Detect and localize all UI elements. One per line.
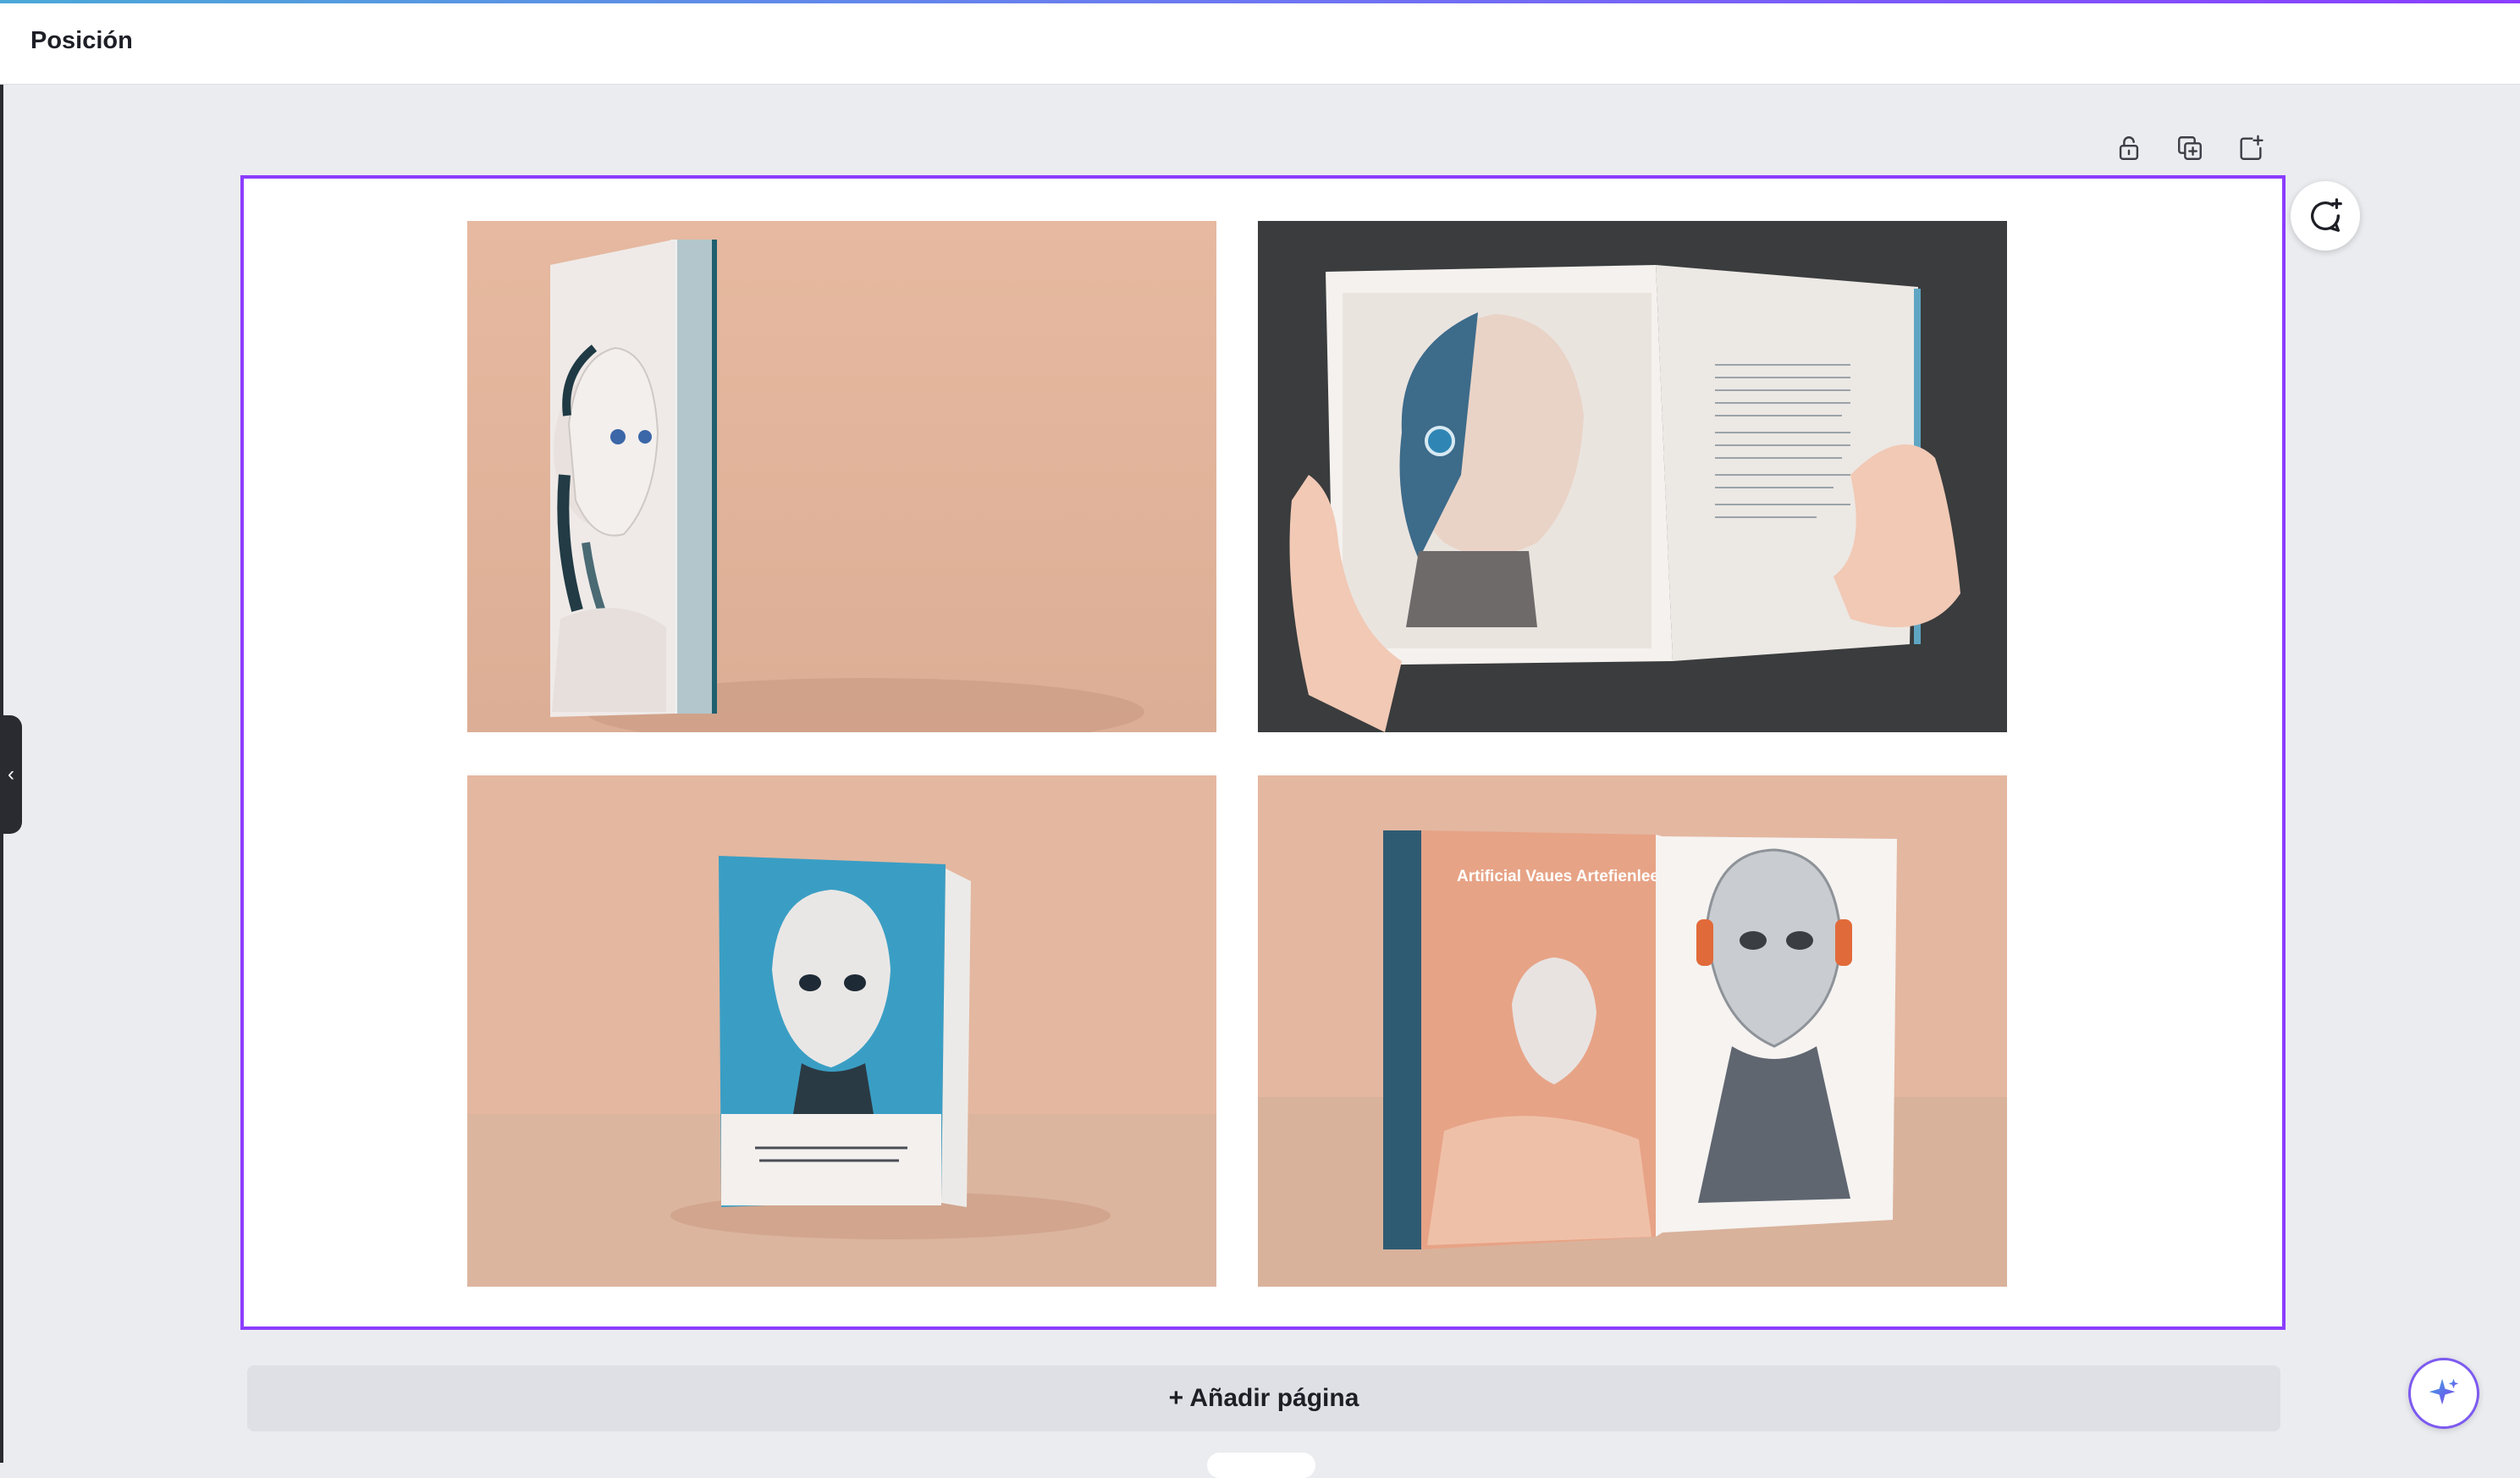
page-indicator-pill[interactable] bbox=[1207, 1453, 1315, 1478]
blue-cover-book-image bbox=[467, 775, 1216, 1287]
lock-page-button[interactable] bbox=[2108, 129, 2150, 168]
book-photo-2[interactable] bbox=[1258, 221, 2007, 732]
robot-book-image bbox=[467, 221, 1216, 732]
duplicate-page-button[interactable] bbox=[2169, 129, 2211, 168]
page-toolbar bbox=[2108, 129, 2272, 168]
book-photo-4[interactable]: Artificial Vaues Artefienleeparcat bbox=[1258, 775, 2007, 1287]
page-title: Posición bbox=[30, 27, 133, 54]
comment-add-icon bbox=[2311, 198, 2342, 232]
duplicate-page-icon bbox=[2178, 136, 2202, 160]
sparkle-icon bbox=[2429, 1378, 2459, 1405]
chevron-left-icon: ‹ bbox=[8, 763, 14, 786]
lock-icon bbox=[2119, 136, 2139, 160]
book-photo-3[interactable] bbox=[467, 775, 1216, 1287]
add-page-icon-button[interactable] bbox=[2230, 129, 2272, 168]
two-books-image: Artificial Vaues Artefienleeparcat bbox=[1258, 775, 2007, 1287]
top-bar: Posición bbox=[0, 3, 2520, 85]
add-page-button[interactable]: + Añadir página bbox=[247, 1365, 2280, 1431]
book-photo-1[interactable] bbox=[467, 221, 1216, 732]
add-comment-button[interactable] bbox=[2291, 181, 2360, 251]
collapse-panel-button[interactable]: ‹ bbox=[0, 715, 22, 834]
design-page[interactable]: Artificial Vaues Artefienleeparcat bbox=[240, 175, 2286, 1330]
magic-assistant-button[interactable] bbox=[2408, 1358, 2479, 1429]
add-page-icon bbox=[2240, 135, 2264, 160]
open-book-image bbox=[1258, 221, 2007, 732]
